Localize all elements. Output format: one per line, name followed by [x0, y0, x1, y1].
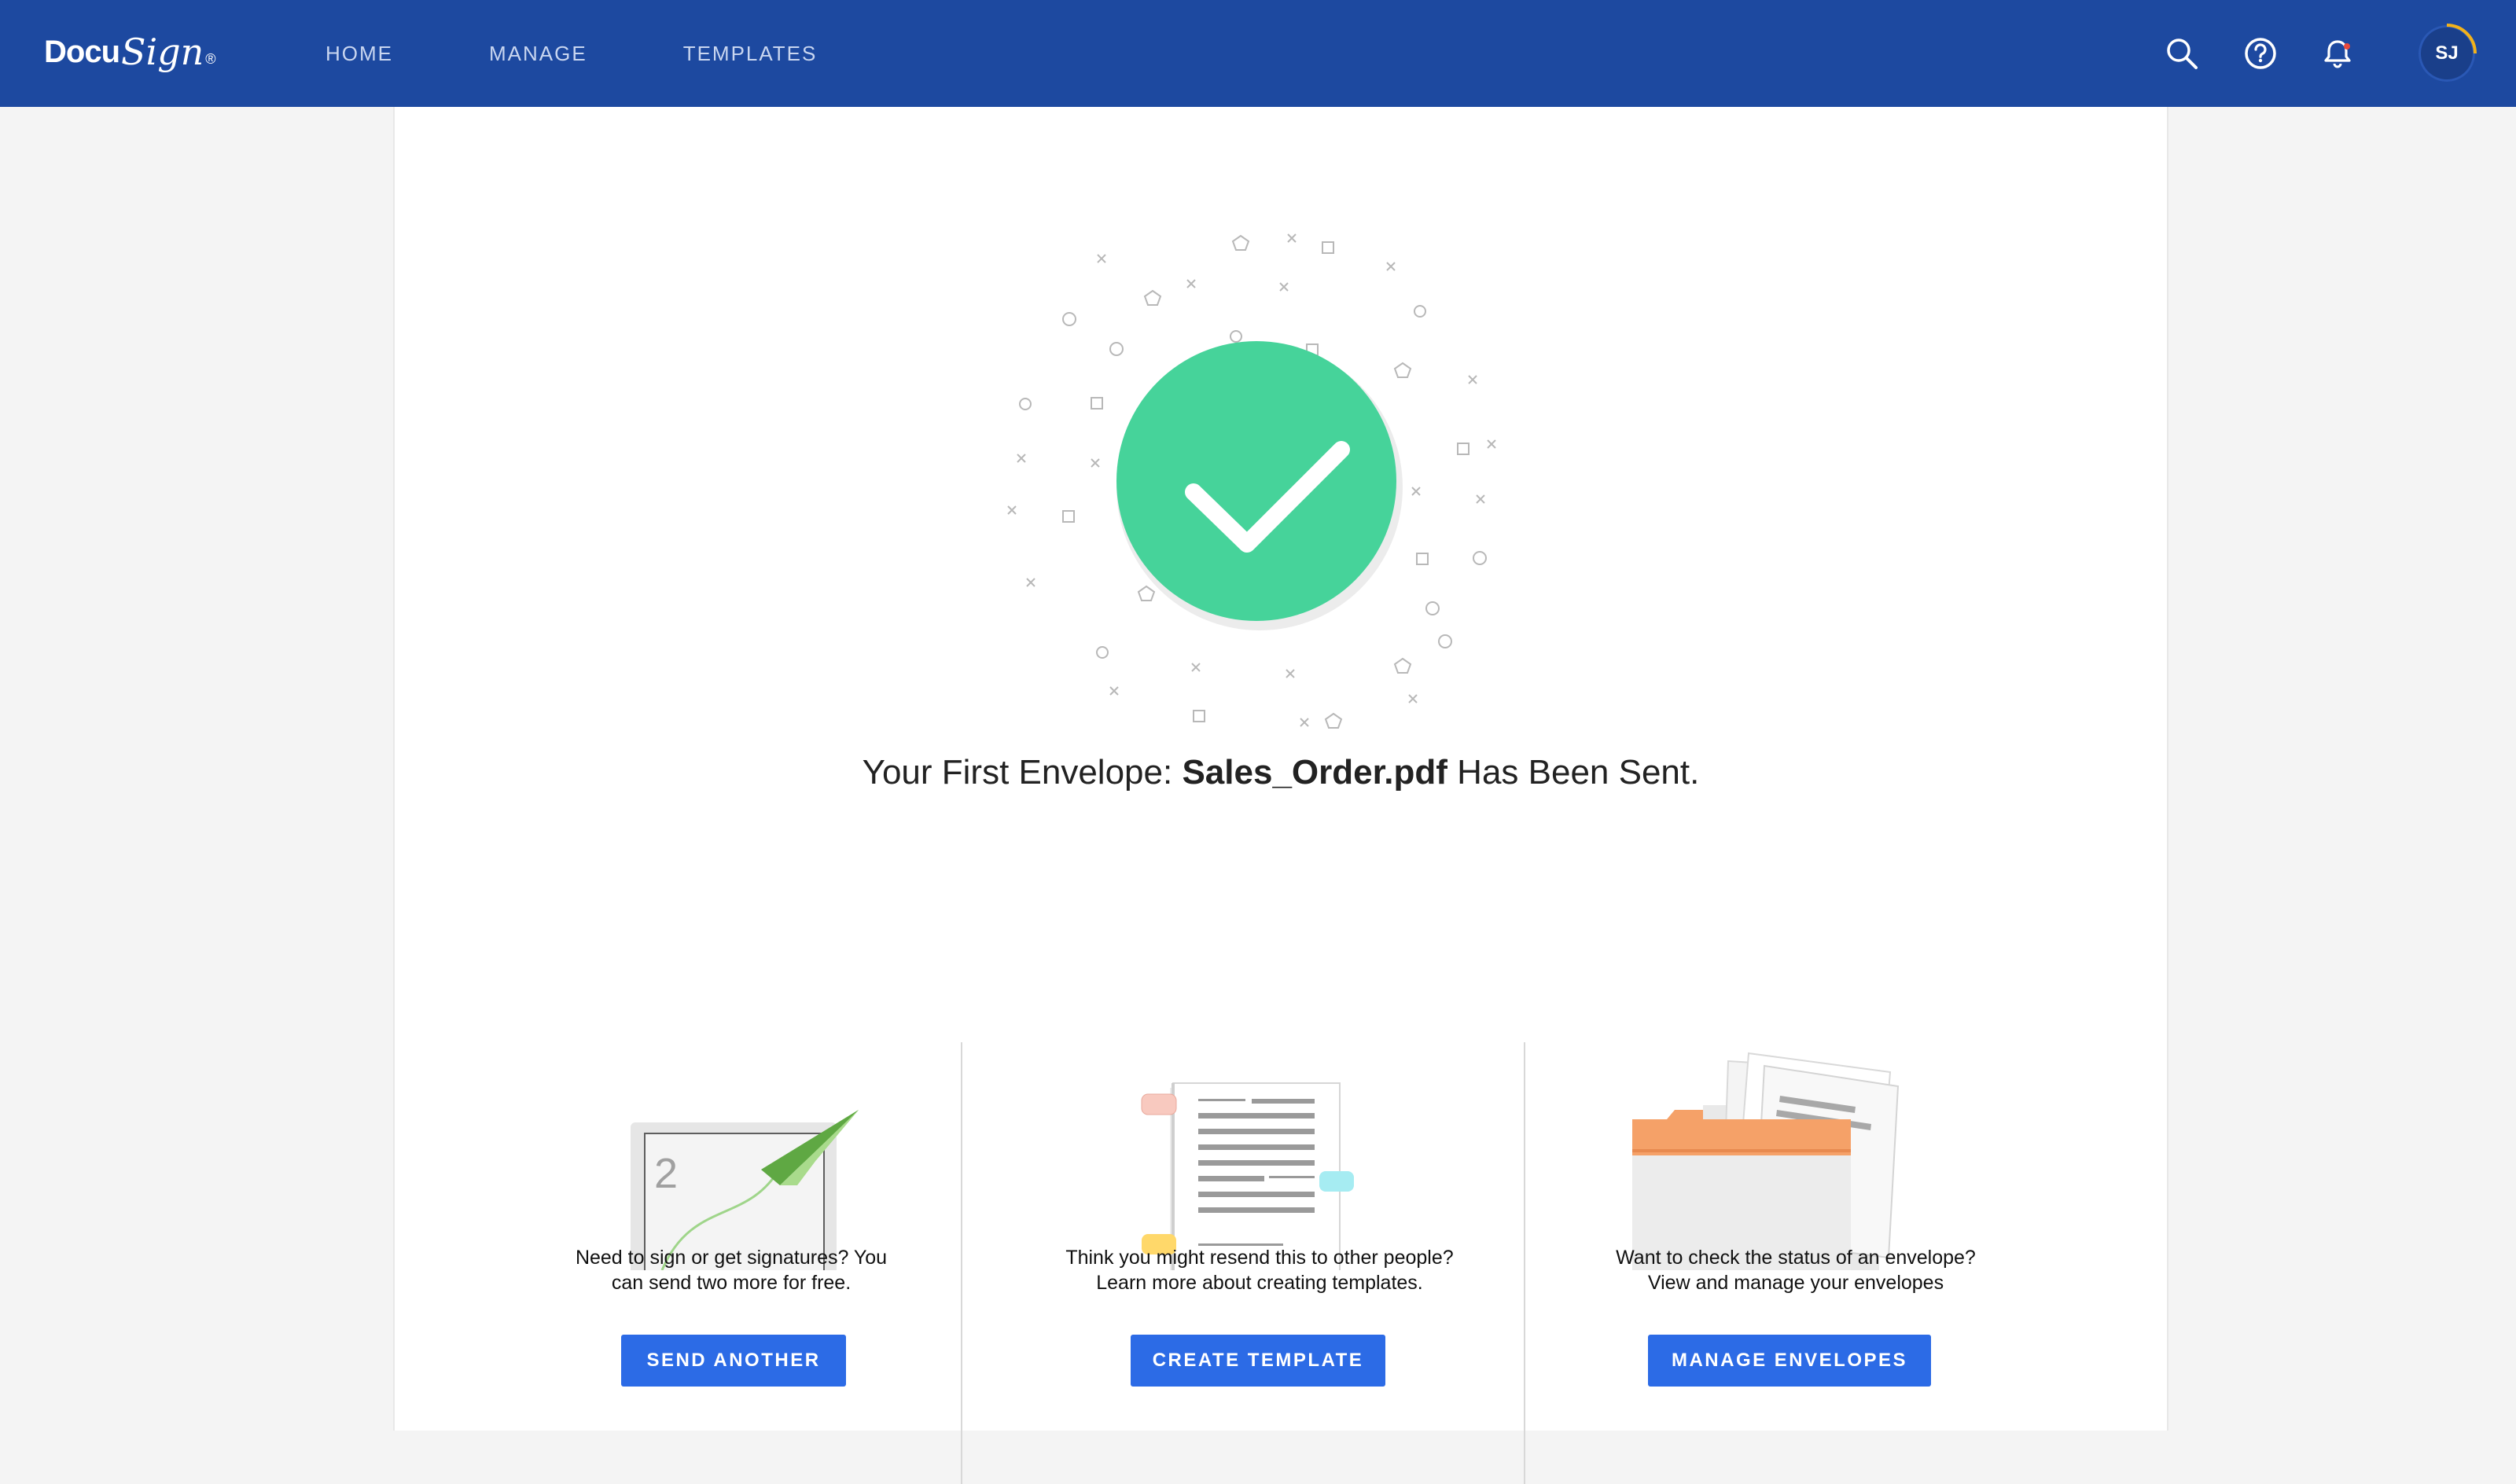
document-tabs-illustration: [1141, 1082, 1354, 1270]
top-navigation-bar: Docu Sign ® HOME MANAGE TEMPLATES SJ: [0, 0, 2516, 107]
logo-registered-mark: ®: [205, 50, 216, 67]
avatar-initials: SJ: [2435, 42, 2459, 64]
description-line-1: Need to sign or get signatures? You: [575, 1247, 888, 1269]
logo-text-sign: Sign: [121, 31, 204, 73]
search-icon[interactable]: [2162, 34, 2202, 73]
manage-envelopes-button[interactable]: MANAGE ENVELOPES: [1648, 1335, 1931, 1387]
success-burst: [1007, 233, 1496, 729]
user-avatar[interactable]: SJ: [2419, 24, 2477, 82]
headline-prefix: Your First Envelope:: [862, 753, 1183, 792]
create-template-button[interactable]: CREATE TEMPLATE: [1131, 1335, 1385, 1387]
envelope-filename: Sales_Order.pdf: [1182, 753, 1447, 792]
send-another-button[interactable]: SEND ANOTHER: [621, 1335, 846, 1387]
laptop-paper-plane-illustration: [631, 1110, 859, 1270]
description-line-1: Think you might resend this to other peo…: [1065, 1247, 1454, 1269]
bell-icon[interactable]: [2318, 34, 2357, 73]
description-line-2: can send two more for free.: [611, 1272, 852, 1294]
nav-home[interactable]: HOME: [326, 42, 393, 66]
headline-suffix: Has Been Sent.: [1447, 753, 1700, 792]
description-line-2: View and manage your envelopes: [1647, 1272, 1944, 1294]
notification-dot: [2344, 43, 2350, 50]
nav-manage[interactable]: MANAGE: [489, 42, 587, 66]
checkmark-circle-icon: [1116, 341, 1403, 630]
manage-envelopes-card: Want to check the status of an envelope?…: [1521, 932, 2071, 1387]
logo-text-docu: Docu: [44, 34, 120, 69]
create-template-description: Think you might resend this to other peo…: [984, 1245, 1535, 1295]
column-divider: [961, 1042, 962, 1484]
folder-envelopes-illustration: [1632, 1052, 1900, 1270]
confirmation-panel: Your First Envelope: Sales_Order.pdf Has…: [393, 107, 2168, 1484]
description-line-1: Want to check the status of an envelope?: [1616, 1247, 1976, 1269]
create-template-card: Think you might resend this to other peo…: [984, 932, 1535, 1387]
main-nav: HOME MANAGE TEMPLATES: [326, 0, 913, 107]
illustration-number: 2: [654, 1150, 679, 1197]
docusign-logo[interactable]: Docu Sign ®: [44, 27, 216, 77]
manage-envelopes-description: Want to check the status of an envelope?…: [1521, 1245, 2071, 1295]
description-line-2: Learn more about creating templates.: [1096, 1272, 1423, 1294]
send-another-card: 2 Need to sign or get signatures? You ca…: [456, 932, 1006, 1387]
confirmation-headline: Your First Envelope: Sales_Order.pdf Has…: [395, 753, 2167, 792]
nav-templates[interactable]: TEMPLATES: [683, 42, 818, 66]
help-icon[interactable]: [2241, 34, 2280, 73]
send-another-description: Need to sign or get signatures? You can …: [456, 1245, 1006, 1295]
